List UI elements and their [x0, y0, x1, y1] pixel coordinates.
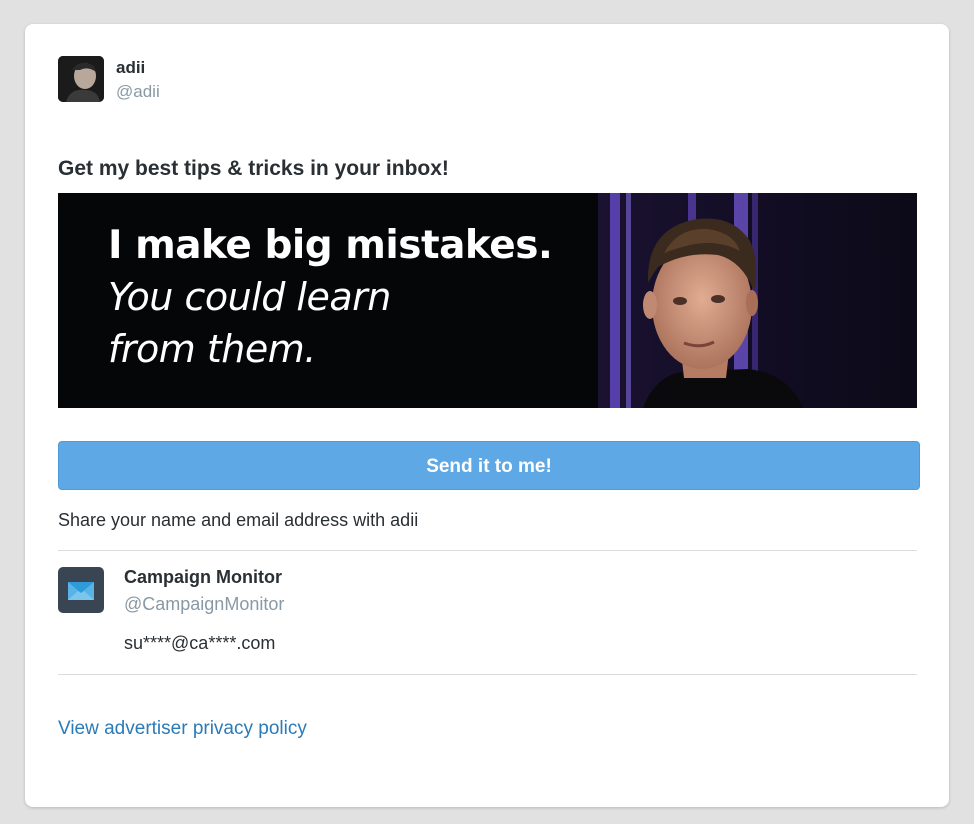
- author-name[interactable]: adii: [116, 58, 145, 78]
- advertiser-handle: @CampaignMonitor: [124, 594, 285, 614]
- shared-email-value: su****@ca****.com: [124, 633, 276, 653]
- card-headline: Get my best tips & tricks in your inbox!: [58, 157, 449, 180]
- user-photo-icon: [58, 56, 104, 102]
- author-handle: @adii: [116, 82, 160, 101]
- banner-subline-1: You could learn: [108, 275, 391, 319]
- share-disclosure-text: Share your name and email address with a…: [58, 510, 419, 530]
- divider: [58, 550, 917, 551]
- author-avatar[interactable]: [58, 56, 104, 102]
- lead-generation-card: adii @adii Get my best tips & tricks in …: [25, 24, 949, 807]
- banner-headline: I make big mistakes.: [108, 223, 553, 268]
- advertiser-avatar[interactable]: [58, 567, 104, 613]
- envelope-icon: [68, 582, 94, 600]
- advertiser-name[interactable]: Campaign Monitor: [124, 567, 282, 588]
- send-it-to-me-button[interactable]: Send it to me!: [58, 441, 920, 490]
- promo-banner-image: I make big mistakes. You could learn fro…: [58, 193, 917, 408]
- privacy-policy-link[interactable]: View advertiser privacy policy: [58, 718, 307, 740]
- divider: [58, 674, 917, 675]
- banner-subline-2: from them.: [108, 327, 316, 371]
